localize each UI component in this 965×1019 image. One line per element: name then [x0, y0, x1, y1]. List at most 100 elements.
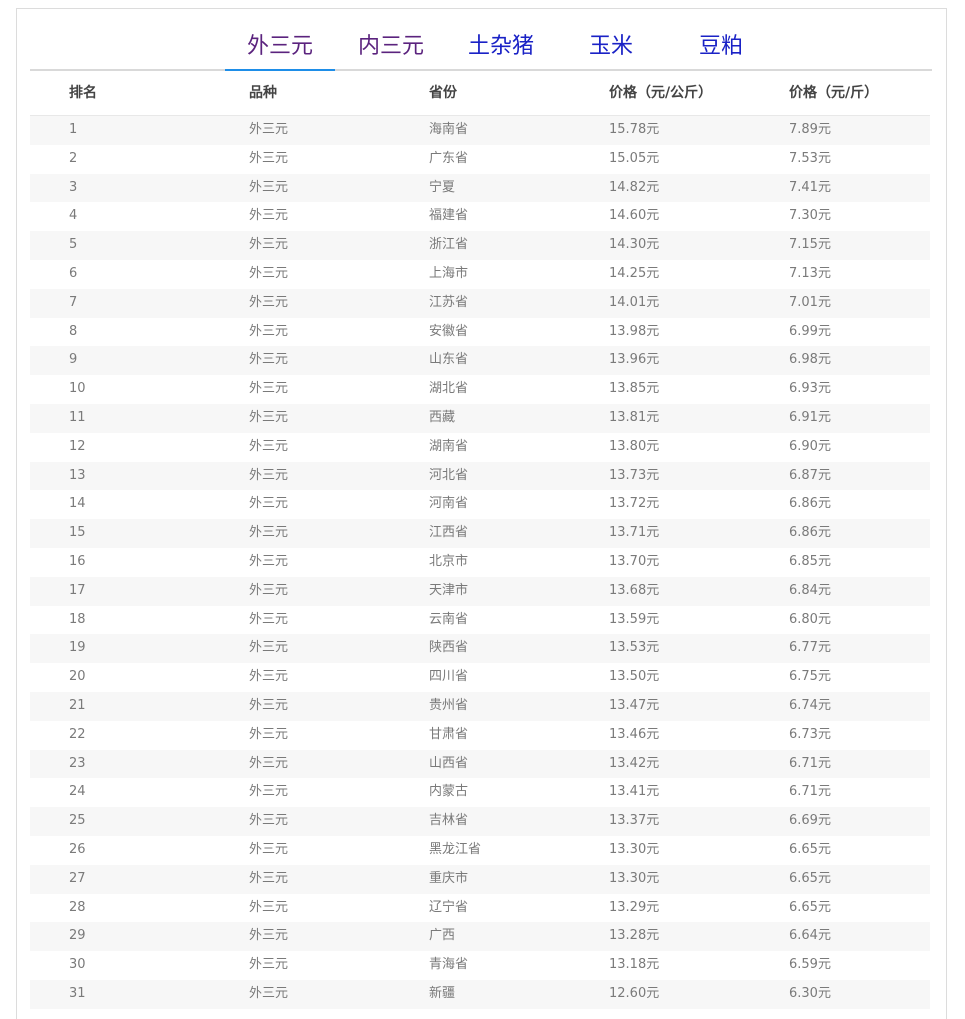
cell-breed: 外三元 — [249, 381, 289, 397]
table-row: 17 外三元 天津市 13.68元 6.84元 — [30, 576, 930, 606]
cell-province: 江苏省 — [429, 294, 469, 310]
tab-dou-po[interactable]: 豆粕 — [666, 30, 776, 68]
cell-price-per-jin: 6.65元 — [789, 899, 831, 915]
tab-yu-mi[interactable]: 玉米 — [556, 30, 666, 68]
table-row: 11 外三元 西藏 13.81元 6.91元 — [30, 403, 930, 433]
cell-province: 陕西省 — [429, 640, 469, 656]
cell-breed: 外三元 — [249, 265, 289, 281]
cell-breed: 外三元 — [249, 496, 289, 512]
cell-rank: 5 — [69, 237, 78, 253]
cell-province: 浙江省 — [429, 237, 469, 253]
cell-price-per-kg: 14.60元 — [609, 208, 660, 224]
header-price-per-kg: 价格（元/公斤） — [609, 85, 713, 101]
cell-price-per-jin: 6.71元 — [789, 755, 831, 771]
cell-rank: 15 — [69, 525, 86, 541]
cell-price-per-jin: 6.90元 — [789, 438, 831, 454]
table-row: 25 外三元 吉林省 13.37元 6.69元 — [30, 807, 930, 836]
cell-rank: 8 — [69, 323, 78, 339]
cell-rank: 25 — [69, 813, 86, 829]
cell-price-per-jin: 6.77元 — [789, 640, 831, 656]
cell-price-per-kg: 14.30元 — [609, 237, 660, 253]
cell-price-per-kg: 13.30元 — [609, 870, 660, 886]
cell-rank: 21 — [69, 697, 86, 713]
cell-province: 广东省 — [429, 150, 469, 166]
table-row: 12 外三元 湖南省 13.80元 6.90元 — [30, 433, 930, 462]
cell-breed: 外三元 — [249, 323, 289, 339]
cell-price-per-jin: 6.80元 — [789, 611, 831, 627]
cell-price-per-kg: 13.37元 — [609, 813, 660, 829]
cell-price-per-kg: 14.82元 — [609, 179, 660, 195]
cell-breed: 外三元 — [249, 813, 289, 829]
cell-breed: 外三元 — [249, 208, 289, 224]
cell-breed: 外三元 — [249, 294, 289, 310]
cell-province: 湖南省 — [429, 438, 469, 454]
cell-price-per-jin: 6.87元 — [789, 467, 831, 483]
cell-breed: 外三元 — [249, 669, 289, 685]
cell-price-per-jin: 6.99元 — [789, 323, 831, 339]
cell-breed: 外三元 — [249, 409, 289, 425]
cell-rank: 7 — [69, 294, 78, 310]
cell-price-per-jin: 7.89元 — [789, 122, 831, 137]
cell-rank: 19 — [69, 640, 86, 656]
cell-breed: 外三元 — [249, 352, 289, 368]
table-body: 1 外三元 海南省 15.78元 7.89元 2 外三元 广东省 15.05元 7.53元 3 外三元… — [30, 116, 930, 1009]
table-row: 21 外三元 贵州省 13.47元 6.74元 — [30, 691, 930, 721]
header-province: 省份 — [429, 85, 457, 101]
cell-breed: 外三元 — [249, 611, 289, 627]
table-row: 18 外三元 云南省 13.59元 6.80元 — [30, 606, 930, 635]
cell-rank: 12 — [69, 438, 86, 454]
cell-price-per-kg: 13.85元 — [609, 381, 660, 397]
cell-province: 山西省 — [429, 755, 469, 771]
cell-price-per-jin: 6.65元 — [789, 870, 831, 886]
table-row: 22 外三元 甘肃省 13.46元 6.73元 — [30, 721, 930, 750]
cell-price-per-kg: 12.60元 — [609, 985, 660, 1001]
cell-province: 宁夏 — [429, 179, 456, 195]
cell-province: 甘肃省 — [429, 726, 469, 742]
cell-rank: 31 — [69, 985, 86, 1001]
cell-price-per-kg: 13.29元 — [609, 899, 660, 915]
table-row: 15 外三元 江西省 13.71元 6.86元 — [30, 519, 930, 548]
cell-breed: 外三元 — [249, 525, 289, 541]
cell-price-per-kg: 13.46元 — [609, 726, 660, 742]
table-row: 28 外三元 辽宁省 13.29元 6.65元 — [30, 894, 930, 923]
cell-breed: 外三元 — [249, 841, 289, 857]
cell-breed: 外三元 — [249, 438, 289, 454]
cell-rank: 14 — [69, 496, 86, 512]
cell-province: 黑龙江省 — [429, 841, 482, 857]
table-row: 24 外三元 内蒙古 13.41元 6.71元 — [30, 778, 930, 807]
cell-price-per-jin: 6.64元 — [789, 928, 831, 944]
tab-wai-san-yuan[interactable]: 外三元 — [225, 30, 335, 71]
cell-price-per-kg: 15.78元 — [609, 122, 660, 137]
tab-tu-za-zhu[interactable]: 土杂猪 — [446, 30, 556, 68]
table-row: 19 外三元 陕西省 13.53元 6.77元 — [30, 634, 930, 664]
cell-price-per-jin: 7.30元 — [789, 208, 831, 224]
cell-price-per-kg: 13.41元 — [609, 784, 660, 800]
cell-breed: 外三元 — [249, 870, 289, 886]
cell-price-per-kg: 13.73元 — [609, 467, 660, 483]
tab-nei-san-yuan[interactable]: 内三元 — [336, 30, 446, 68]
cell-rank: 9 — [69, 352, 78, 368]
cell-price-per-kg: 14.01元 — [609, 294, 660, 310]
page: 外三元 内三元 土杂猪 玉米 豆粕 排名 品种 省份 价格（元/公斤） 价格（元… — [0, 0, 965, 1019]
cell-province: 海南省 — [429, 122, 469, 137]
table-row: 2 外三元 广东省 15.05元 7.53元 — [30, 145, 930, 174]
cell-rank: 24 — [69, 784, 86, 800]
cell-price-per-jin: 6.71元 — [789, 784, 831, 800]
cell-rank: 30 — [69, 957, 86, 973]
cell-province: 贵州省 — [429, 697, 469, 713]
cell-price-per-jin: 6.98元 — [789, 352, 831, 368]
table-row: 14 外三元 河南省 13.72元 6.86元 — [30, 490, 930, 519]
cell-rank: 2 — [69, 150, 78, 166]
cell-rank: 23 — [69, 755, 86, 771]
table-row: 23 外三元 山西省 13.42元 6.71元 — [30, 749, 930, 779]
cell-price-per-jin: 6.69元 — [789, 813, 831, 829]
cell-price-per-jin: 6.30元 — [789, 985, 831, 1001]
table-row: 9 外三元 山东省 13.96元 6.98元 — [30, 346, 930, 376]
cell-province: 云南省 — [429, 611, 469, 627]
cell-price-per-kg: 13.81元 — [609, 409, 660, 425]
cell-price-per-jin: 7.13元 — [789, 265, 831, 281]
cell-province: 河南省 — [429, 496, 469, 512]
table-row: 1 外三元 海南省 15.78元 7.89元 — [30, 116, 930, 145]
cell-price-per-jin: 6.75元 — [789, 669, 831, 685]
cell-price-per-jin: 7.41元 — [789, 179, 831, 195]
